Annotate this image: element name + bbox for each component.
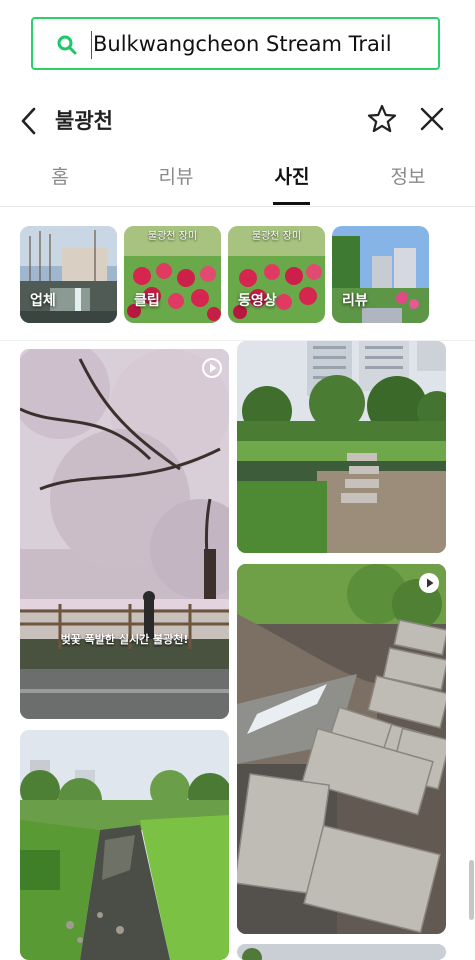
close-icon[interactable] [418,105,446,133]
scrollbar[interactable] [469,860,474,920]
search-box[interactable] [31,17,440,70]
back-arrow-icon[interactable] [16,105,44,137]
filter-review[interactable]: 리뷰 [332,226,429,323]
photo-stepping-stones-apartments-image [237,341,446,553]
photo-stream-greenery[interactable] [20,730,229,960]
filter-video[interactable]: 불광천 장미 동영상 [228,226,325,323]
photo-cherry-blossom[interactable]: 벚꽃 폭발한 실시간 불광천! [20,349,229,719]
filter-video-overlay-text: 불광천 장미 [251,231,302,242]
filter-video-label: 동영상 [238,293,277,309]
search-icon[interactable] [57,35,77,55]
place-header: 불광천 [0,96,475,146]
search-input[interactable] [93,25,433,63]
filter-clip[interactable]: 불광천 장미 클립 [124,226,221,323]
tab-home[interactable]: 홈 [20,162,100,189]
tab-photos[interactable]: 사진 [252,162,332,189]
filter-business-label: 업체 [30,293,56,309]
photo-partial[interactable] [237,944,446,960]
play-filled-icon [419,573,439,593]
photo-stream-stones[interactable] [237,564,446,934]
photo-caption: 벚꽃 폭발한 실시간 불광천! [60,633,189,646]
filter-business[interactable]: 업체 [20,226,117,323]
tab-reviews[interactable]: 리뷰 [136,162,216,189]
tab-bar: 홈 리뷰 사진 정보 [0,148,475,207]
photo-filter-row: 업체 불광천 장미 클립 불광천 장미 동영상 리뷰 [0,226,475,324]
photo-stream-stones-image [237,564,446,934]
photo-stream-greenery-image [20,730,229,960]
active-tab-indicator [273,202,310,205]
text-cursor [91,31,92,59]
photo-partial-image [237,944,446,960]
star-icon[interactable] [366,103,398,135]
filter-clip-overlay-text: 불광천 장미 [147,231,198,242]
page-title: 불광천 [55,109,113,133]
photo-stepping-stones-apartments[interactable] [237,341,446,553]
photo-cherry-blossom-image [20,349,229,719]
play-circle-icon [202,358,222,378]
filter-clip-label: 클립 [134,293,160,309]
filter-review-label: 리뷰 [342,293,368,309]
search-bar-area [0,0,475,86]
tab-info[interactable]: 정보 [368,162,448,189]
